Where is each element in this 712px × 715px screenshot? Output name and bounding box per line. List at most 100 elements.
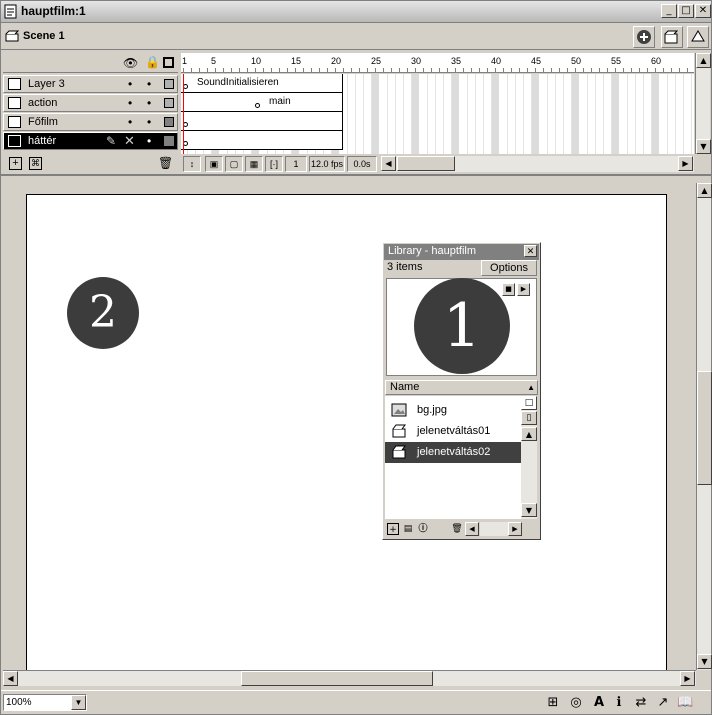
preview-stop-button[interactable]: ■: [502, 283, 515, 296]
preview-play-button[interactable]: ▶: [517, 283, 530, 296]
scroll-down-button[interactable]: ▼: [696, 139, 711, 154]
edit-scene-button[interactable]: [661, 26, 683, 48]
new-folder-icon[interactable]: ▤: [402, 523, 414, 535]
library-close-button[interactable]: ✕: [524, 245, 537, 257]
frame-column: [627, 74, 628, 154]
ruler-tick: [487, 68, 488, 72]
visibility-dot[interactable]: •: [128, 77, 132, 91]
layer-row-fofilm[interactable]: Főfilm • •: [3, 113, 178, 131]
scroll-up-button[interactable]: ▲: [697, 183, 712, 198]
close-button[interactable]: ✕: [695, 4, 711, 18]
visibility-dot[interactable]: •: [128, 96, 132, 110]
library-item-jelenetvaltas02[interactable]: jelenetváltás02: [385, 442, 521, 463]
scroll-right-button[interactable]: ▶: [680, 671, 695, 686]
zoom-control-button[interactable]: [687, 26, 709, 48]
scroll-left-button[interactable]: ◀: [3, 671, 18, 686]
new-symbol-icon[interactable]: +: [387, 523, 399, 535]
timeline-vertical-scrollbar[interactable]: ▲ ▼: [695, 53, 711, 154]
layer-row-action[interactable]: action • •: [3, 94, 178, 112]
timeline-horizontal-scrollbar[interactable]: ◀ ▶: [381, 156, 694, 172]
layer-row-layer3[interactable]: Layer 3 • •: [3, 75, 178, 93]
onion-skin-icon[interactable]: ▣: [205, 156, 223, 172]
stage-vertical-scrollbar[interactable]: ▲ ▼: [696, 183, 712, 670]
lock-dot[interactable]: •: [147, 77, 151, 91]
properties-icon[interactable]: ⓘ: [417, 523, 429, 535]
outline-color-swatch[interactable]: [164, 117, 174, 127]
onion-skin-outlines-icon[interactable]: ▢: [225, 156, 243, 172]
frame-ruler[interactable]: 1 5 10 15 20 25 30 35 40 45 50 55 60: [181, 53, 694, 73]
frame-column-marker: [452, 74, 459, 154]
center-frame-icon[interactable]: ↕: [183, 156, 201, 172]
scroll-up-button[interactable]: ▲: [521, 427, 537, 441]
maximize-button[interactable]: □: [678, 4, 694, 18]
edit-multiple-frames-icon[interactable]: ▦: [245, 156, 263, 172]
scroll-down-button[interactable]: ▼: [521, 503, 537, 517]
scroll-right-button[interactable]: ▶: [508, 522, 522, 536]
ruler-tick: [407, 68, 408, 72]
lock-dot[interactable]: •: [147, 115, 151, 129]
outline-color-swatch[interactable]: [164, 136, 174, 146]
layer-row-hatter[interactable]: háttér ✎ ✕ •: [3, 132, 178, 150]
narrow-state-icon[interactable]: ▯: [521, 411, 537, 425]
frame-column: [587, 74, 588, 154]
zoom-select[interactable]: 100% ▼: [3, 694, 87, 711]
outline-icon[interactable]: [163, 57, 174, 68]
scroll-thumb[interactable]: [397, 156, 455, 171]
stage[interactable]: 2: [26, 194, 667, 672]
frame-column-marker: [492, 74, 499, 154]
playhead[interactable]: [183, 74, 184, 154]
scroll-thumb[interactable]: [697, 371, 712, 485]
modify-onion-markers-icon[interactable]: [·]: [265, 156, 283, 172]
title-bar[interactable]: hauptfilm:1 _ □ ✕: [1, 1, 711, 23]
scroll-right-button[interactable]: ▶: [678, 156, 693, 171]
sound-icon[interactable]: ◎: [568, 695, 584, 711]
add-guide-layer-icon[interactable]: ⌘: [29, 157, 42, 170]
transform-icon[interactable]: ⇄: [633, 695, 649, 711]
ruler-number: 40: [491, 56, 502, 66]
grid-icon[interactable]: ⊞: [545, 695, 561, 711]
info-icon[interactable]: ℹ: [611, 695, 627, 711]
wide-state-icon[interactable]: □: [521, 396, 537, 410]
library-vertical-scrollbar[interactable]: □ ▯ ▲ ▼: [521, 396, 537, 519]
library-name-column-header[interactable]: Name ▲: [385, 380, 538, 395]
library-item-bg-jpg[interactable]: bg.jpg: [385, 400, 521, 421]
outline-color-swatch[interactable]: [164, 98, 174, 108]
circle-symbol-2[interactable]: 2: [67, 277, 139, 349]
arrow-icon[interactable]: ↗: [655, 695, 671, 711]
ruler-tick: [431, 68, 432, 72]
library-title-bar[interactable]: Library - hauptfilm ✕: [384, 244, 539, 260]
show-hide-eye-icon[interactable]: 👁: [123, 56, 138, 70]
stage-horizontal-scrollbar[interactable]: ◀ ▶: [3, 670, 696, 686]
scroll-down-button[interactable]: ▼: [697, 654, 712, 669]
hidden-x-icon[interactable]: ✕: [124, 133, 135, 149]
scroll-left-button[interactable]: ◀: [381, 156, 396, 171]
ruler-tick: [503, 68, 504, 72]
library-book-icon[interactable]: 📖: [677, 695, 693, 711]
frame-column: [667, 74, 668, 154]
keyframe[interactable]: [255, 103, 260, 108]
ruler-tick: [511, 68, 512, 72]
edit-symbols-button[interactable]: [633, 26, 655, 48]
lock-dot[interactable]: •: [147, 134, 151, 148]
scroll-left-button[interactable]: ◀: [465, 522, 479, 536]
scroll-up-button[interactable]: ▲: [696, 53, 711, 68]
visibility-dot[interactable]: •: [128, 115, 132, 129]
lock-icon[interactable]: 🔒: [145, 55, 160, 69]
outline-color-swatch[interactable]: [164, 79, 174, 89]
text-icon[interactable]: A: [591, 695, 607, 711]
sort-order-icon[interactable]: ▲: [527, 381, 535, 394]
minimize-button[interactable]: _: [661, 4, 677, 18]
frame-grid[interactable]: SoundInitialisieren main: [181, 74, 694, 154]
lock-dot[interactable]: •: [147, 96, 151, 110]
library-options-button[interactable]: Options: [481, 260, 537, 276]
delete-item-icon[interactable]: 🗑: [451, 523, 463, 535]
library-horizontal-scroll-track[interactable]: [480, 522, 508, 536]
ruler-tick: [439, 68, 440, 72]
current-frame: 1: [285, 156, 307, 172]
insert-layer-icon[interactable]: +: [9, 157, 22, 170]
bitmap-icon: [391, 403, 407, 417]
zoom-dropdown-button[interactable]: ▼: [71, 695, 86, 710]
scroll-thumb[interactable]: [241, 671, 433, 686]
delete-layer-icon[interactable]: 🗑: [158, 156, 173, 170]
library-item-jelenetvaltas01[interactable]: jelenetváltás01: [385, 421, 521, 442]
